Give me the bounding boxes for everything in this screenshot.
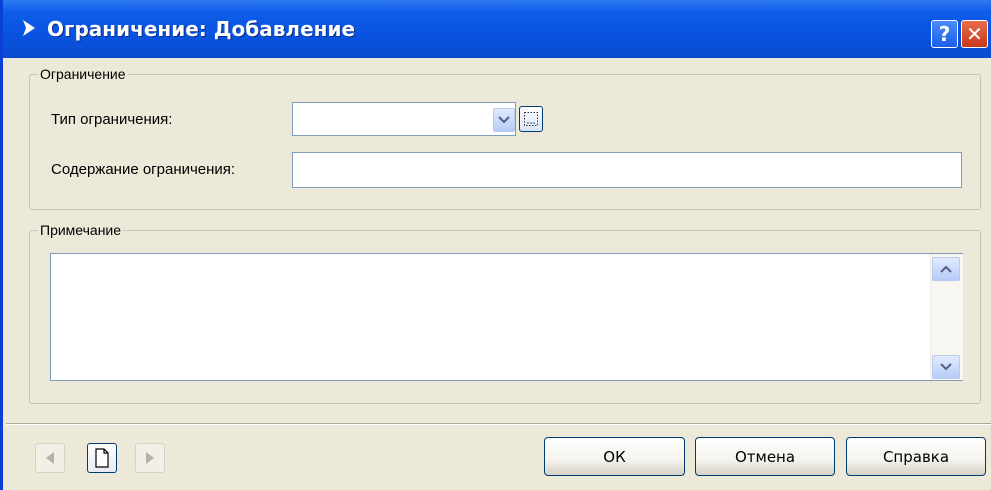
help-title-button[interactable]: ? (931, 20, 958, 48)
scroll-down-button[interactable] (932, 355, 960, 379)
restriction-group-label: Ограничение (40, 66, 126, 82)
help-button[interactable]: Справка (846, 437, 986, 476)
triangle-left-icon (46, 452, 54, 464)
next-button[interactable] (135, 443, 165, 473)
triangle-right-icon (146, 452, 154, 464)
arrow-right-icon (23, 20, 35, 36)
content-label: Содержание ограничения: (51, 161, 236, 178)
document-icon (95, 448, 109, 468)
note-group-label: Примечание (40, 222, 122, 238)
title-bar[interactable]: Ограничение: Добавление ? ✕ (3, 0, 991, 58)
question-icon: ? (938, 22, 951, 46)
footer-separator-highlight (6, 424, 991, 425)
close-icon: ✕ (966, 22, 983, 46)
chevron-down-icon (940, 363, 952, 371)
type-dropdown-button[interactable] (493, 108, 515, 132)
chevron-down-icon (498, 116, 510, 124)
type-label: Тип ограничения: (51, 111, 173, 128)
type-lookup-button[interactable] (519, 106, 543, 132)
dialog-window: Ограничение: Добавление ? ✕ Ограничение … (0, 0, 991, 490)
ellipsis-icon (524, 112, 538, 126)
restriction-group: Ограничение (29, 66, 981, 210)
content-input[interactable] (292, 152, 962, 188)
type-combobox[interactable] (292, 102, 516, 136)
close-button[interactable]: ✕ (961, 20, 988, 48)
new-record-button[interactable] (87, 443, 117, 473)
window-title: Ограничение: Добавление (47, 17, 356, 41)
ok-button[interactable]: ОК (544, 437, 685, 476)
previous-button[interactable] (35, 443, 65, 473)
note-textarea[interactable] (50, 253, 963, 381)
cancel-button[interactable]: Отмена (695, 437, 835, 476)
chevron-up-icon (940, 265, 952, 273)
scroll-up-button[interactable] (932, 257, 960, 281)
